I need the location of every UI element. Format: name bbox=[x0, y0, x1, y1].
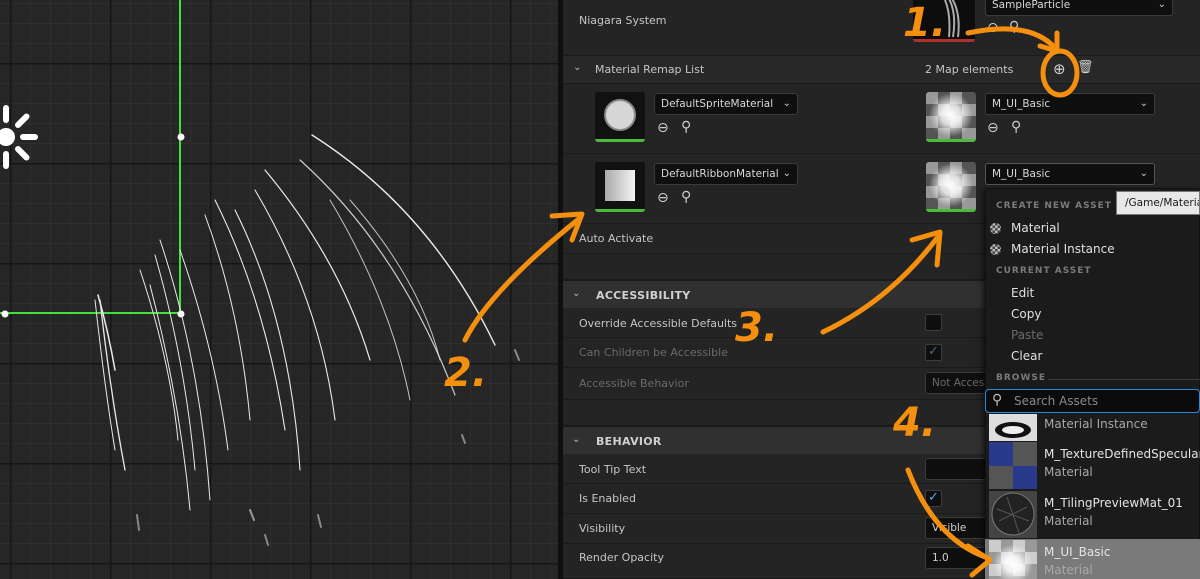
override-accessible-checkbox[interactable] bbox=[925, 314, 942, 331]
remap-key-value: DefaultRibbonMaterial bbox=[661, 168, 779, 180]
tooltip-text-label: Tool Tip Text bbox=[579, 463, 647, 476]
remap-value-combo[interactable]: M_UI_Basic ⌄ bbox=[985, 93, 1155, 115]
chevron-down-icon: ⌄ bbox=[572, 288, 581, 299]
chevron-down-icon: ⌄ bbox=[782, 98, 791, 109]
delete-trash-icon[interactable]: 🗑 bbox=[1077, 60, 1094, 75]
material-remap-row: ⌄ Material Remap List 2 Map elements ⊕ 🗑 bbox=[563, 56, 1200, 84]
asset-name: M_UI_Basic bbox=[1044, 545, 1111, 559]
niagara-system-label: Niagara System bbox=[579, 14, 667, 27]
asset-path-text: /Game/Materia bbox=[1125, 197, 1200, 209]
behavior-header: BEHAVIOR bbox=[596, 435, 662, 448]
particle-streaks bbox=[94, 134, 520, 546]
use-selected-icon[interactable]: ⊖ bbox=[657, 190, 669, 206]
browse-search-icon[interactable]: ⚲ bbox=[681, 189, 691, 205]
material-remap-label: Material Remap List bbox=[595, 63, 705, 76]
niagara-system-row: Niagara System SampleParticle ⌄ ⊖ ⚲ bbox=[563, 0, 1200, 56]
asset-list-item[interactable]: Material Instance bbox=[985, 413, 1200, 441]
is-enabled-checkbox[interactable] bbox=[925, 490, 942, 507]
remap-entry-row: DefaultSpriteMaterial ⌄ ⊖ ⚲ M_UI_Basic ⌄… bbox=[563, 84, 1200, 154]
asset-path-tooltip: /Game/Materia bbox=[1116, 191, 1200, 215]
create-material-instance-item[interactable]: Material Instance bbox=[990, 242, 1115, 256]
light-gizmo-icon bbox=[0, 105, 38, 169]
current-asset-header: CURRENT ASSET bbox=[996, 266, 1092, 276]
asset-type: Material Instance bbox=[1044, 417, 1148, 431]
chevron-down-icon: ⌄ bbox=[1139, 168, 1148, 179]
create-new-asset-header: CREATE NEW ASSET bbox=[996, 201, 1112, 211]
asset-thumbnail bbox=[989, 414, 1037, 441]
remap-key-value: DefaultSpriteMaterial bbox=[661, 98, 774, 110]
browse-search-icon[interactable]: ⚲ bbox=[681, 119, 691, 135]
render-opacity-value: 1.0 bbox=[932, 552, 949, 564]
paste-item[interactable]: Paste bbox=[1011, 328, 1043, 342]
sprite-material-thumbnail[interactable] bbox=[595, 92, 645, 142]
niagara-viewport[interactable] bbox=[0, 0, 560, 579]
search-icon: ⚲ bbox=[992, 392, 1003, 408]
browse-search-icon[interactable]: ⚲ bbox=[1011, 119, 1021, 135]
use-selected-icon[interactable]: ⊖ bbox=[987, 20, 999, 36]
accessible-behavior-label: Accessible Behavior bbox=[579, 377, 689, 390]
map-elements-count: 2 Map elements bbox=[925, 63, 1014, 76]
clear-item[interactable]: Clear bbox=[1011, 349, 1042, 363]
create-material-instance-label: Material Instance bbox=[1011, 242, 1115, 256]
visibility-label: Visibility bbox=[579, 522, 626, 535]
browse-search-icon[interactable]: ⚲ bbox=[1009, 19, 1019, 35]
search-placeholder: Search Assets bbox=[1014, 394, 1099, 408]
annotation-number-4: 4. bbox=[893, 400, 937, 446]
asset-thumbnail bbox=[989, 540, 1037, 579]
is-enabled-label: Is Enabled bbox=[579, 492, 636, 505]
chevron-down-icon: ⌄ bbox=[572, 434, 581, 445]
asset-list-item[interactable]: M_TextureDefinedSpecularRe Material bbox=[985, 441, 1200, 490]
divider bbox=[1048, 379, 1200, 380]
chevron-down-icon: ⌄ bbox=[1157, 0, 1166, 10]
remap-value: M_UI_Basic bbox=[992, 98, 1051, 110]
render-opacity-label: Render Opacity bbox=[579, 551, 664, 564]
use-selected-icon[interactable]: ⊖ bbox=[987, 120, 999, 136]
override-accessible-label: Override Accessible Defaults bbox=[579, 317, 738, 330]
asset-thumbnail bbox=[989, 442, 1037, 489]
niagara-system-value: SampleParticle bbox=[992, 0, 1071, 11]
accessible-behavior-value: Not Access bbox=[932, 377, 990, 389]
asset-name: M_TextureDefinedSpecularRe bbox=[1044, 447, 1200, 461]
accessibility-header: ACCESSIBILITY bbox=[596, 289, 691, 302]
chevron-down-icon[interactable]: ⌄ bbox=[573, 62, 581, 73]
chevron-down-icon: ⌄ bbox=[782, 168, 791, 179]
chevron-down-icon: ⌄ bbox=[1139, 98, 1148, 109]
asset-type: Material bbox=[1044, 563, 1093, 577]
edit-item[interactable]: Edit bbox=[1011, 286, 1034, 300]
remap-key-combo[interactable]: DefaultRibbonMaterial ⌄ bbox=[654, 163, 798, 185]
bounds-handle bbox=[177, 133, 185, 141]
annotation-number-3: 3. bbox=[735, 305, 779, 351]
search-assets-input[interactable]: ⚲ Search Assets bbox=[985, 389, 1200, 413]
annotation-number-1: 1. bbox=[903, 0, 947, 46]
remap-value-thumbnail[interactable] bbox=[926, 92, 976, 142]
annotation-number-2: 2. bbox=[444, 350, 488, 396]
asset-name: M_TilingPreviewMat_01 bbox=[1044, 496, 1183, 510]
auto-activate-label: Auto Activate bbox=[579, 232, 654, 245]
copy-item[interactable]: Copy bbox=[1011, 307, 1041, 321]
remap-value-combo[interactable]: M_UI_Basic ⌄ bbox=[985, 163, 1155, 185]
children-accessible-label: Can Children be Accessible bbox=[579, 346, 728, 359]
asset-type: Material bbox=[1044, 465, 1093, 479]
asset-thumbnail bbox=[989, 491, 1037, 538]
viewport-graphics bbox=[0, 0, 520, 546]
children-accessible-checkbox[interactable] bbox=[925, 344, 942, 361]
create-material-label: Material bbox=[1011, 221, 1060, 235]
remap-value-thumbnail[interactable] bbox=[926, 162, 976, 212]
ribbon-material-thumbnail[interactable] bbox=[595, 162, 645, 212]
asset-list-item-selected[interactable]: M_UI_Basic Material bbox=[985, 539, 1200, 579]
use-selected-icon[interactable]: ⊖ bbox=[657, 120, 669, 136]
bounds-handle bbox=[1, 310, 9, 318]
visibility-value: Visible bbox=[932, 522, 967, 534]
asset-type: Material bbox=[1044, 514, 1093, 528]
browse-header: BROWSE bbox=[996, 373, 1046, 383]
remap-key-combo[interactable]: DefaultSpriteMaterial ⌄ bbox=[654, 93, 798, 115]
remap-value: M_UI_Basic bbox=[992, 168, 1051, 180]
niagara-system-combo[interactable]: SampleParticle ⌄ bbox=[985, 0, 1173, 16]
asset-list-item[interactable]: M_TilingPreviewMat_01 Material bbox=[985, 490, 1200, 539]
add-element-icon[interactable]: ⊕ bbox=[1053, 60, 1066, 78]
material-instance-icon bbox=[990, 244, 1001, 255]
create-material-item[interactable]: Material bbox=[990, 221, 1060, 235]
material-icon bbox=[990, 223, 1001, 234]
